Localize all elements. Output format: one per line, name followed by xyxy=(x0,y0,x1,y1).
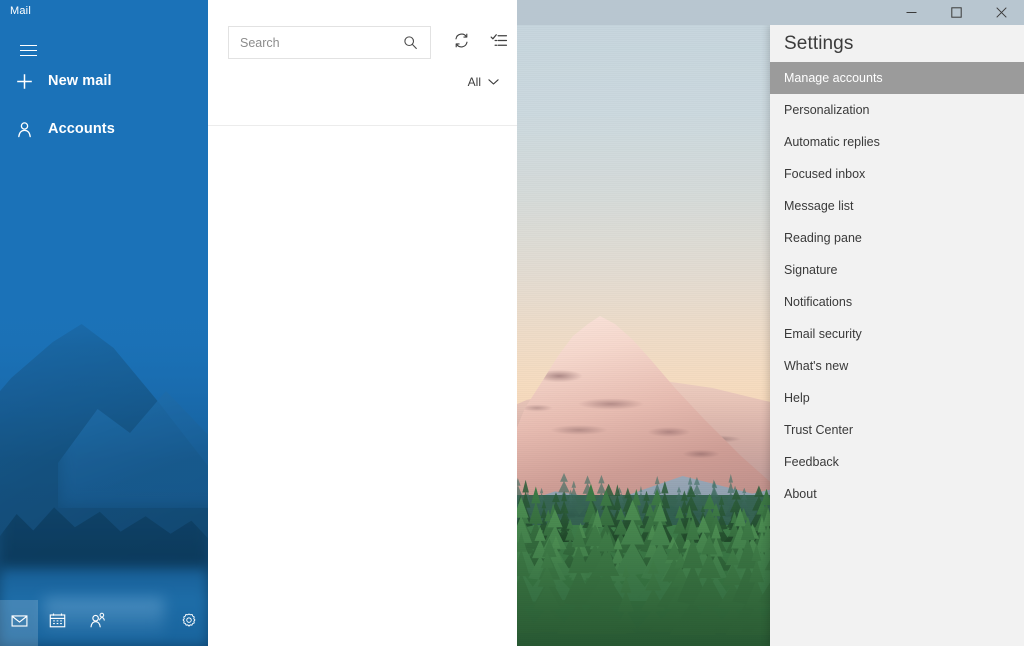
sidebar-bottom-nav xyxy=(0,600,208,646)
settings-item-reading-pane[interactable]: Reading pane xyxy=(770,222,1024,254)
app-title: Mail xyxy=(10,5,31,17)
settings-item-label: About xyxy=(784,487,817,501)
settings-item-label: Signature xyxy=(784,263,838,277)
settings-item-help[interactable]: Help xyxy=(770,382,1024,414)
nav-mail-button[interactable] xyxy=(0,600,38,646)
sync-button[interactable] xyxy=(444,26,478,59)
calendar-icon xyxy=(48,611,67,635)
minimize-icon xyxy=(906,7,917,18)
nav-people-button[interactable] xyxy=(78,600,116,646)
settings-item-about[interactable]: About xyxy=(770,478,1024,510)
selection-mode-icon xyxy=(490,32,508,54)
settings-flyout: Settings Manage accounts Personalization A… xyxy=(770,25,1024,646)
settings-item-label: Feedback xyxy=(784,455,839,469)
people-icon xyxy=(88,611,107,635)
close-icon xyxy=(996,7,1007,18)
settings-item-label: Email security xyxy=(784,327,862,341)
settings-item-label: Reading pane xyxy=(784,231,862,245)
accounts-button[interactable]: Accounts xyxy=(0,109,208,149)
hamburger-icon xyxy=(19,45,37,57)
nav-settings-button[interactable] xyxy=(170,600,208,646)
settings-item-label: Automatic replies xyxy=(784,135,880,149)
settings-title: Settings xyxy=(784,33,854,54)
plus-icon xyxy=(0,73,48,90)
settings-item-what-s-new[interactable]: What's new xyxy=(770,350,1024,382)
selection-mode-button[interactable] xyxy=(482,26,516,59)
envelope-icon xyxy=(10,611,29,635)
settings-item-trust-center[interactable]: Trust Center xyxy=(770,414,1024,446)
settings-item-label: Personalization xyxy=(784,103,870,117)
search-icon[interactable] xyxy=(394,27,426,58)
person-icon xyxy=(0,121,48,138)
settings-menu-list: Manage accounts Personalization Automatic … xyxy=(770,62,1024,510)
settings-item-label: Notifications xyxy=(784,295,853,309)
settings-item-feedback[interactable]: Feedback xyxy=(770,446,1024,478)
search-box[interactable] xyxy=(228,26,431,59)
settings-item-label: Trust Center xyxy=(784,423,854,437)
message-filter-dropdown[interactable]: All xyxy=(464,69,503,95)
search-input[interactable] xyxy=(229,27,394,58)
settings-item-label: What's new xyxy=(784,359,849,373)
maximize-button[interactable] xyxy=(934,0,979,25)
minimize-button[interactable] xyxy=(889,0,934,25)
nav-calendar-button[interactable] xyxy=(38,600,76,646)
filter-label: All xyxy=(467,75,481,89)
settings-item-label: Help xyxy=(784,391,810,405)
window-controls xyxy=(889,0,1024,25)
settings-item-manage-accounts[interactable]: Manage accounts xyxy=(770,62,1024,94)
new-mail-label: New mail xyxy=(48,73,112,89)
settings-item-personalization[interactable]: Personalization xyxy=(770,94,1024,126)
sync-icon xyxy=(453,32,470,54)
settings-item-signature[interactable]: Signature xyxy=(770,254,1024,286)
restore-icon xyxy=(951,7,962,18)
settings-item-email-security[interactable]: Email security xyxy=(770,318,1024,350)
navigation-sidebar: New mail Accounts xyxy=(0,25,208,646)
message-list-empty-area[interactable] xyxy=(208,126,517,646)
mail-app-window: New mail Accounts Search All Settings Ma… xyxy=(0,0,1024,646)
chevron-down-icon xyxy=(488,73,499,91)
settings-item-message-list[interactable]: Message list xyxy=(770,190,1024,222)
gear-icon xyxy=(180,612,198,635)
settings-item-label: Message list xyxy=(784,199,854,213)
settings-item-label: Manage accounts xyxy=(784,71,883,85)
accounts-label: Accounts xyxy=(48,121,115,137)
message-list-pane: All xyxy=(208,25,517,646)
title-bar: Mail xyxy=(0,0,1024,25)
settings-item-label: Focused inbox xyxy=(784,167,866,181)
close-button[interactable] xyxy=(979,0,1024,25)
settings-item-notifications[interactable]: Notifications xyxy=(770,286,1024,318)
settings-item-focused-inbox[interactable]: Focused inbox xyxy=(770,158,1024,190)
settings-item-automatic-replies[interactable]: Automatic replies xyxy=(770,126,1024,158)
new-mail-button[interactable]: New mail xyxy=(0,61,208,101)
